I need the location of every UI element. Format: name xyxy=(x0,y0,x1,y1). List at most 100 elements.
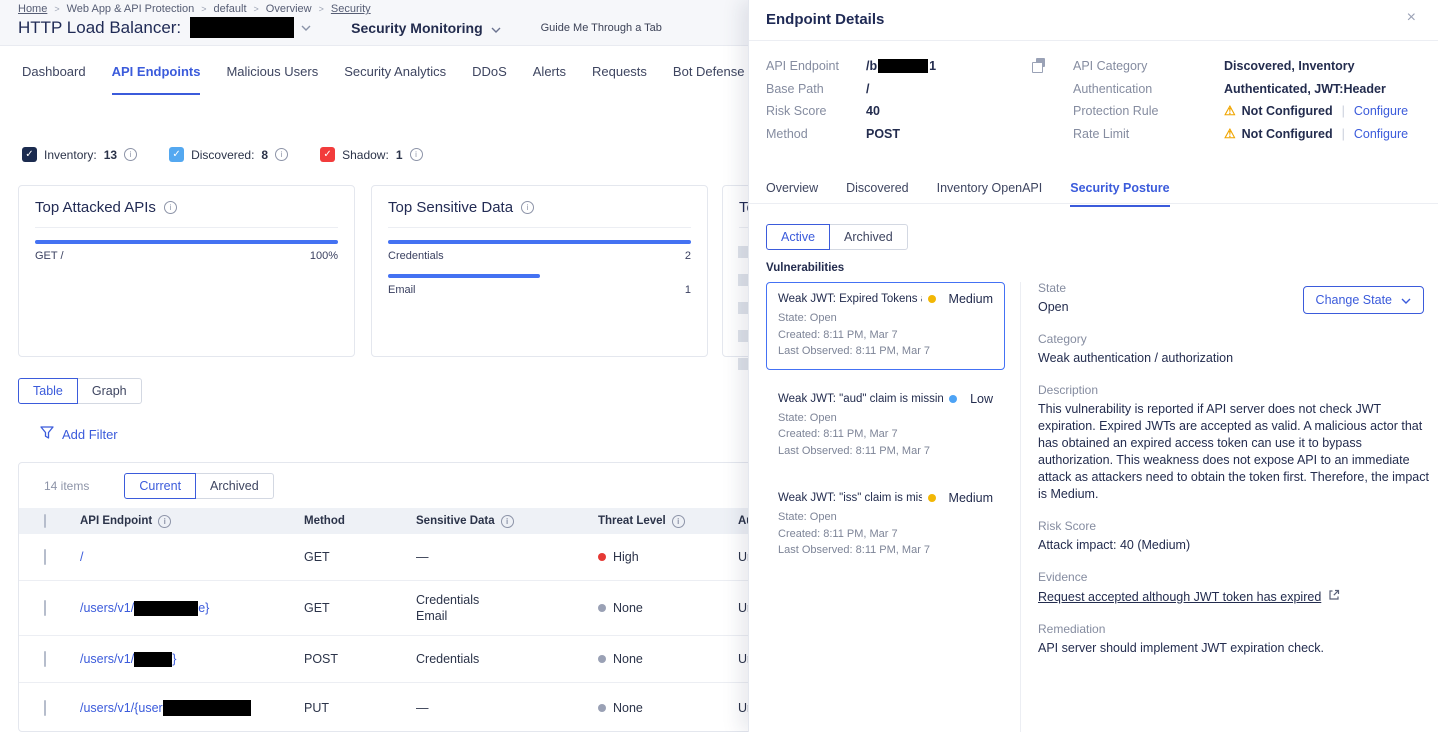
current-button[interactable]: Current xyxy=(124,473,196,499)
field-label: Authentication xyxy=(1073,82,1223,96)
breadcrumb-overview[interactable]: Overview xyxy=(266,3,312,15)
funnel-icon xyxy=(40,426,54,442)
endpoint-link[interactable]: /users/v1/{user xyxy=(80,700,304,716)
active-archived-toggle: Active Archived xyxy=(766,224,908,250)
info-icon[interactable]: i xyxy=(410,148,423,161)
external-link-icon[interactable] xyxy=(1328,588,1340,606)
tab-bot-defense[interactable]: Bot Defense xyxy=(673,47,745,95)
threat-dot xyxy=(598,553,606,561)
tab-api-endpoints[interactable]: API Endpoints xyxy=(112,47,201,95)
vulnerability-state: State: Open xyxy=(778,310,993,327)
archived-button[interactable]: Archived xyxy=(829,224,908,250)
column-api-endpoint: API Endpoint xyxy=(80,515,152,527)
discovered-checkbox[interactable]: ✓ xyxy=(169,147,184,162)
filter-discovered[interactable]: ✓ Discovered: 8 i xyxy=(169,147,288,162)
row-checkbox[interactable] xyxy=(44,651,46,667)
table-view-button[interactable]: Table xyxy=(18,378,78,404)
row-checkbox[interactable] xyxy=(44,600,46,616)
detail-label: Description xyxy=(1038,383,1430,397)
tab-alerts[interactable]: Alerts xyxy=(533,47,566,95)
threat-dot xyxy=(598,704,606,712)
guide-me-link[interactable]: Guide Me Through a Tab xyxy=(541,22,662,34)
endpoint-path: /users/v1/{user xyxy=(80,701,163,715)
tab-security-analytics[interactable]: Security Analytics xyxy=(344,47,446,95)
bar-value: 1 xyxy=(685,284,691,296)
info-icon[interactable]: i xyxy=(521,201,534,214)
column-method: Method xyxy=(304,515,416,527)
endpoint-link[interactable]: /users/v1/ } xyxy=(80,652,304,667)
filter-label: Inventory: xyxy=(44,148,97,162)
vulnerability-card[interactable]: Weak JWT: Expired Tokens are Ac... Mediu… xyxy=(766,282,1005,370)
card-title: Top Sensitive Data xyxy=(388,199,513,216)
add-filter-button[interactable]: Add Filter xyxy=(40,426,118,442)
inventory-checkbox[interactable]: ✓ xyxy=(22,147,37,162)
state-value: Open xyxy=(1038,299,1430,316)
filter-shadow[interactable]: ✓ Shadow: 1 i xyxy=(320,147,422,162)
shadow-checkbox[interactable]: ✓ xyxy=(320,147,335,162)
security-monitoring-selector[interactable]: Security Monitoring xyxy=(351,20,500,36)
endpoint-path: } xyxy=(172,652,176,666)
severity-label: Medium xyxy=(949,491,993,505)
field-label: Method xyxy=(766,127,866,141)
sensitive-data-bar-row: Credentials 2 xyxy=(388,240,691,262)
select-all-checkbox[interactable] xyxy=(44,514,46,528)
tab-ddos[interactable]: DDoS xyxy=(472,47,507,95)
category-value: Weak authentication / authorization xyxy=(1038,350,1430,367)
archived-button[interactable]: Archived xyxy=(195,473,274,499)
info-icon[interactable]: i xyxy=(158,515,171,528)
breadcrumb-home[interactable]: Home xyxy=(18,3,47,15)
evidence-link[interactable]: Request accepted although JWT token has … xyxy=(1038,590,1321,604)
threat-label: High xyxy=(613,550,639,564)
bar xyxy=(388,240,691,244)
vulnerability-created: Created: 8:11 PM, Mar 7 xyxy=(778,327,993,344)
breadcrumb-separator: > xyxy=(54,4,59,14)
vulnerability-state: State: Open xyxy=(778,509,993,526)
info-icon[interactable]: i xyxy=(124,148,137,161)
bar xyxy=(35,240,338,244)
graph-view-button[interactable]: Graph xyxy=(77,378,142,404)
filter-count: 1 xyxy=(396,148,403,162)
bar-label: Credentials xyxy=(388,250,444,262)
vulnerability-title: Weak JWT: "aud" claim is missing ... xyxy=(778,393,943,405)
warning-icon: ⚠ xyxy=(1224,126,1236,142)
authentication-value: Authenticated, JWT:Header xyxy=(1224,82,1386,96)
filter-inventory[interactable]: ✓ Inventory: 13 i xyxy=(22,147,137,162)
vulnerability-title: Weak JWT: "iss" claim is missing (... xyxy=(778,492,922,504)
chevron-down-icon[interactable] xyxy=(301,25,311,31)
bar-value: 2 xyxy=(685,250,691,262)
sensitive-data-cell: Credentials xyxy=(416,592,598,608)
column-sensitive-data: Sensitive Data xyxy=(416,515,495,527)
breadcrumb-default[interactable]: default xyxy=(213,3,246,15)
copy-icon[interactable] xyxy=(1032,58,1046,72)
configure-rate-limit-link[interactable]: Configure xyxy=(1354,127,1408,141)
endpoint-link[interactable]: / xyxy=(80,550,304,564)
threat-label: None xyxy=(613,601,643,615)
sensitive-data-cell: — xyxy=(416,549,598,565)
detail-label: State xyxy=(1038,281,1430,295)
chevron-down-icon xyxy=(491,20,501,36)
detail-label: Evidence xyxy=(1038,570,1430,584)
column-threat-level: Threat Level xyxy=(598,515,666,527)
tab-malicious-users[interactable]: Malicious Users xyxy=(226,47,318,95)
info-icon[interactable]: i xyxy=(501,515,514,528)
vulnerability-card[interactable]: Weak JWT: "iss" claim is missing (... Me… xyxy=(766,481,1005,569)
vulnerability-card[interactable]: Weak JWT: "aud" claim is missing ... Low… xyxy=(766,382,1005,470)
top-sensitive-data-card: Top Sensitive Data i Credentials 2 Email… xyxy=(371,185,708,357)
tab-requests[interactable]: Requests xyxy=(592,47,647,95)
sensitive-data-bar-row: Email 1 xyxy=(388,274,691,296)
tab-dashboard[interactable]: Dashboard xyxy=(22,47,86,95)
row-checkbox[interactable] xyxy=(44,700,46,716)
method-value: POST xyxy=(866,127,900,141)
breadcrumb-waap[interactable]: Web App & API Protection xyxy=(67,3,195,15)
info-icon[interactable]: i xyxy=(275,148,288,161)
info-icon[interactable]: i xyxy=(164,201,177,214)
current-archived-toggle: Current Archived xyxy=(124,473,273,499)
breadcrumb-security[interactable]: Security xyxy=(331,3,371,15)
configure-protection-link[interactable]: Configure xyxy=(1354,104,1408,118)
close-icon[interactable]: × xyxy=(1407,9,1416,27)
endpoint-link[interactable]: /users/v1/ e} xyxy=(80,601,304,616)
threat-dot xyxy=(598,655,606,663)
active-button[interactable]: Active xyxy=(766,224,830,250)
row-checkbox[interactable] xyxy=(44,549,46,565)
info-icon[interactable]: i xyxy=(672,515,685,528)
